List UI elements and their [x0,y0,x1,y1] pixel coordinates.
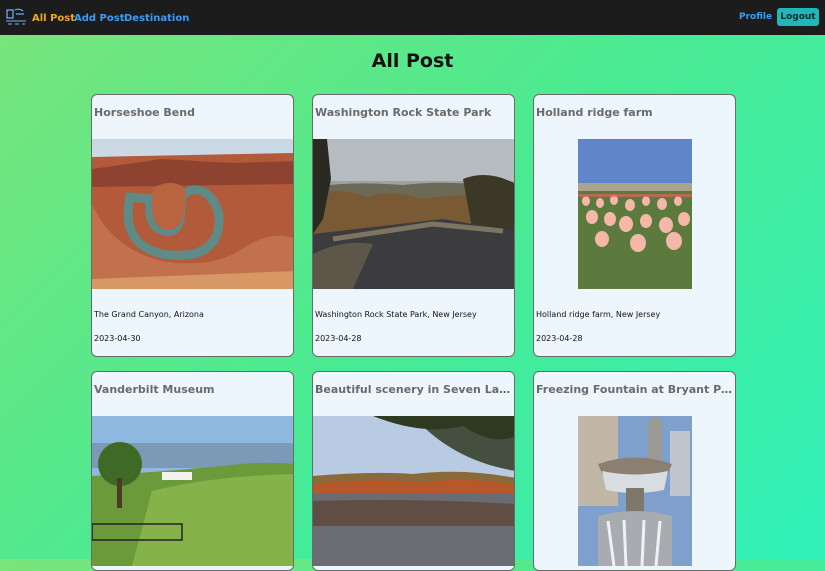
post-title[interactable]: Vanderbilt Museum [94,383,290,396]
post-image[interactable] [578,139,692,289]
nav-destination[interactable]: Destination [124,13,189,24]
page-title: All Post [371,50,454,72]
post-title[interactable]: Beautiful scenery in Seven Lak... [315,383,511,396]
app-logo-icon[interactable] [4,6,28,28]
post-image[interactable] [92,139,294,289]
post-card[interactable]: Freezing Fountain at Bryant Pa... [533,371,736,571]
post-image[interactable] [92,416,294,566]
post-location: Washington Rock State Park, New Jersey [315,310,477,319]
logout-button[interactable]: Logout [777,8,819,26]
post-location: The Grand Canyon, Arizona [94,310,204,319]
post-image[interactable] [578,416,692,566]
post-card[interactable]: Horseshoe Bend The Grand Canyon, Arizona… [91,94,294,357]
post-date: 2023-04-28 [536,334,583,343]
post-date: 2023-04-30 [94,334,141,343]
nav-all-post[interactable]: All Post [32,13,75,24]
nav-add-post[interactable]: Add Post [74,13,124,24]
post-title[interactable]: Washington Rock State Park [315,106,511,119]
post-date: 2023-04-28 [315,334,362,343]
post-card[interactable]: Beautiful scenery in Seven Lak... [312,371,515,571]
top-navbar: All Post Add Post Destination Profile Lo… [0,0,825,35]
post-location: Holland ridge farm, New Jersey [536,310,661,319]
post-title[interactable]: Horseshoe Bend [94,106,290,119]
post-card[interactable]: Washington Rock State Park Washington Ro… [312,94,515,357]
nav-profile[interactable]: Profile [739,12,772,22]
post-card[interactable]: Vanderbilt Museum [91,371,294,571]
post-title[interactable]: Freezing Fountain at Bryant Pa... [536,383,732,396]
post-title[interactable]: Holland ridge farm [536,106,732,119]
post-image[interactable] [313,416,515,566]
post-image[interactable] [313,139,515,289]
post-card[interactable]: Holland ridge farm Holland ridge farm, N… [533,94,736,357]
